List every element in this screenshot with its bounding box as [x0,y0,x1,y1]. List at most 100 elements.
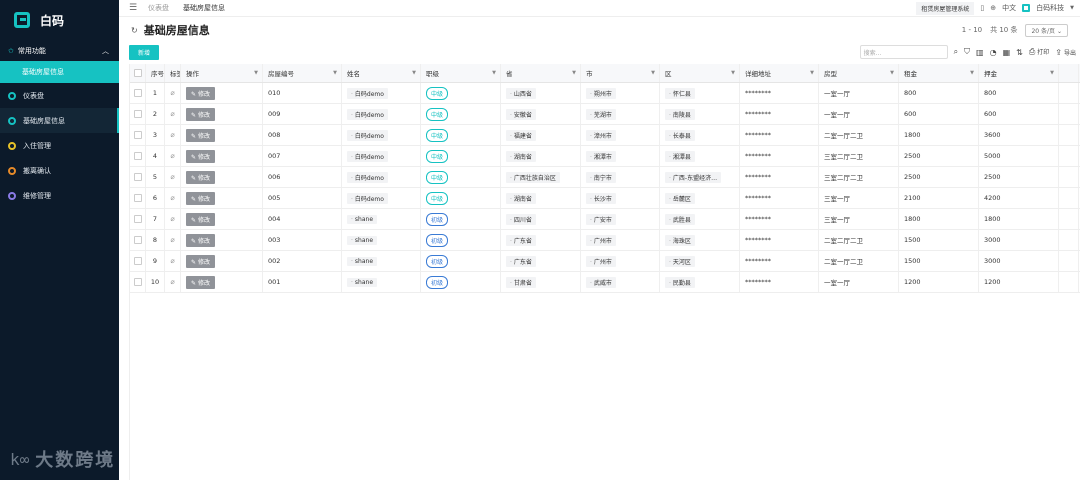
paperclip-icon[interactable]: ⌀ [170,236,174,244]
edit-button[interactable]: ✎ 修改 [186,233,215,247]
row-checkbox[interactable] [133,173,142,181]
table-row[interactable]: 1 ⌀ ✎ 修改 010 白码demo 中级 山西省 朔州市 怀仁县 ******** 一室一厅 80… [130,83,1080,104]
level-badge: 中级 [426,170,449,184]
logo[interactable]: 白码 [0,0,119,40]
column-header[interactable]: 职级 ▼ [421,64,501,82]
edit-button[interactable]: ✎ 修改 [186,128,215,142]
sort-icon[interactable]: ▼ [572,70,576,76]
sidebar-item-dashboard[interactable]: 仪表盘 [0,83,119,108]
breadcrumb-dashboard[interactable]: 仪表盘 [148,3,169,13]
globe-icon[interactable]: ⊕ [990,4,996,12]
caret-down-icon[interactable]: ▼ [1070,5,1074,11]
column-header[interactable]: 详细地址 ▼ [740,64,819,82]
province-tag: 福建省 [506,129,536,141]
column-header[interactable]: 区 ▼ [660,64,740,82]
column-header[interactable]: 标签 [165,64,181,82]
table-row[interactable]: 8 ⌀ ✎ 修改 003 shane 初级 广东省 广州市 海珠区 ******** 二室二厅二卫 1… [130,230,1080,251]
edit-button[interactable]: ✎ 修改 [186,149,215,163]
sidebar-item-repair[interactable]: 维修管理 [0,183,119,208]
menu-toggle-icon[interactable]: ☰ [129,3,137,13]
menu-group-common[interactable]: ✩ 常用功能 ︿ [0,41,119,61]
column-header[interactable]: 序号 [146,64,165,82]
edit-button[interactable]: ✎ 修改 [186,107,215,121]
select-all-checkbox[interactable] [133,69,142,77]
sort-icon[interactable]: ▼ [333,70,337,76]
sort-icon[interactable]: ▼ [254,70,258,76]
edit-button[interactable]: ✎ 修改 [186,275,215,289]
search-input[interactable]: 搜索... [859,45,948,59]
column-header[interactable]: 操作 ▼ [181,64,263,82]
row-checkbox[interactable] [133,89,142,97]
edit-button[interactable]: ✎ 修改 [186,86,215,100]
bar-chart-icon[interactable]: ▥ [976,48,984,57]
column-header[interactable]: 房屋编号 ▼ [263,64,342,82]
filter-icon[interactable]: ⛉ [964,47,970,57]
paperclip-icon[interactable]: ⌀ [170,257,174,265]
row-checkbox[interactable] [133,131,142,139]
column-header[interactable]: 省 ▼ [501,64,581,82]
table-row[interactable]: 9 ⌀ ✎ 修改 002 shane 初级 广东省 广州市 天河区 ******** 二室一厅二卫 1… [130,251,1080,272]
paperclip-icon[interactable]: ⌀ [170,278,174,286]
row-checkbox[interactable] [133,110,142,118]
table-row[interactable]: 5 ⌀ ✎ 修改 006 白码demo 中级 广西壮族自治区 南宁市 广西-东盟经济… *****… [130,167,1080,188]
sort-icon[interactable]: ▼ [970,70,974,76]
sort-icon[interactable]: ▼ [651,70,655,76]
province-tag: 甘肃省 [506,276,536,288]
province-tag: 湖南省 [506,192,536,204]
column-header[interactable]: 租金 ▼ [899,64,979,82]
row-checkbox[interactable] [133,236,142,244]
room-type: 三室一厅 [824,195,850,203]
paperclip-icon[interactable]: ⌀ [170,152,174,160]
column-header[interactable]: 押金 ▼ [979,64,1059,82]
table-row[interactable]: 7 ⌀ ✎ 修改 004 shane 初级 四川省 广安市 武胜县 ******** 三室一厅 180… [130,209,1080,230]
paperclip-icon[interactable]: ⌀ [170,173,174,181]
print-button[interactable]: ⎙ 打印 [1029,47,1049,57]
system-name[interactable]: 租赁房屋管理系统 [916,1,975,15]
language-switch[interactable]: 中文 [1002,3,1016,13]
sort-icon[interactable]: ▼ [492,70,496,76]
submenu-item-house-info[interactable]: 基础房屋信息 [0,61,119,83]
company-menu[interactable]: 白码科技 [1036,3,1064,13]
row-checkbox[interactable] [133,215,142,223]
sort-icon[interactable]: ▼ [810,70,814,76]
watermark: k∞ 大数跨境 [10,446,115,472]
table-row[interactable]: 10 ⌀ ✎ 修改 001 shane 初级 甘肃省 武威市 民勤县 ******** 一室一厅 12… [130,272,1080,293]
sort-icon[interactable]: ▼ [731,70,735,76]
row-number: 10 [150,278,160,286]
row-checkbox[interactable] [133,278,142,286]
sort-icon[interactable]: ▼ [1050,70,1054,76]
sort-icon[interactable]: ▼ [890,70,894,76]
row-checkbox[interactable] [133,257,142,265]
edit-button[interactable]: ✎ 修改 [186,170,215,184]
column-header[interactable]: 姓名 ▼ [342,64,421,82]
page-size-select[interactable]: 20 条/页 ⌄ [1025,23,1068,37]
column-header[interactable]: 房型 ▼ [819,64,899,82]
edit-button[interactable]: ✎ 修改 [186,212,215,226]
search-icon[interactable]: ⌕ [954,47,958,57]
table-row[interactable]: 2 ⌀ ✎ 修改 009 白码demo 中级 安徽省 芜湖市 南陵县 ******** 一室一厅 60… [130,104,1080,125]
paperclip-icon[interactable]: ⌀ [170,215,174,223]
row-checkbox[interactable] [133,152,142,160]
edit-button[interactable]: ✎ 修改 [186,254,215,268]
sidebar-item-house-info[interactable]: 基础房屋信息 [0,108,119,133]
sidebar-item-moveout[interactable]: 搬离确认 [0,158,119,183]
export-button[interactable]: ⇪ 导出 [1055,48,1076,57]
table-row[interactable]: 3 ⌀ ✎ 修改 008 白码demo 中级 福建省 漳州市 长泰县 ******** 二室一厅二卫… [130,125,1080,146]
document-icon[interactable]: ▯ [980,4,984,12]
edit-button[interactable]: ✎ 修改 [186,191,215,205]
pie-chart-icon[interactable]: ◔ [990,48,997,57]
row-checkbox[interactable] [133,194,142,202]
sort-icon[interactable]: ⇅ [1016,48,1023,57]
paperclip-icon[interactable]: ⌀ [170,89,174,97]
sort-icon[interactable]: ▼ [412,70,416,76]
column-header[interactable]: 市 ▼ [581,64,660,82]
columns-icon[interactable]: ▦ [1003,48,1011,57]
table-row[interactable]: 6 ⌀ ✎ 修改 005 白码demo 中级 湖南省 长沙市 岳麓区 ******** 三室一厅 21… [130,188,1080,209]
paperclip-icon[interactable]: ⌀ [170,194,174,202]
refresh-icon[interactable]: ↻ [131,26,138,35]
add-button[interactable]: 新增 [129,44,159,60]
table-row[interactable]: 4 ⌀ ✎ 修改 007 白码demo 中级 湖南省 湘潭市 湘潭县 ******** 三室二厅二卫… [130,146,1080,167]
paperclip-icon[interactable]: ⌀ [170,131,174,139]
paperclip-icon[interactable]: ⌀ [170,110,174,118]
sidebar-item-checkin[interactable]: 入住管理 [0,133,119,158]
